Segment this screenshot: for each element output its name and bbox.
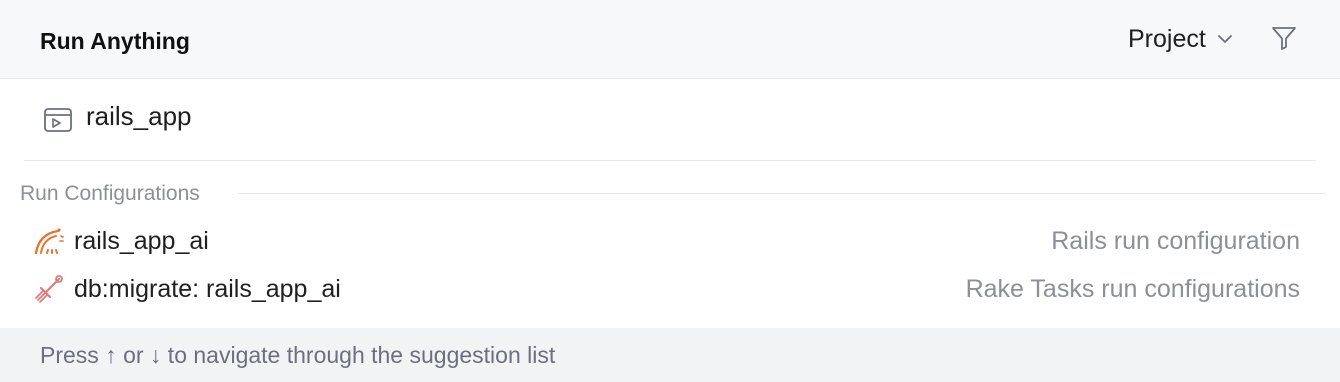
list-item-rails-config[interactable]: rails_app_ai Rails run configuration [0,218,1340,264]
list-item-name: db:migrate: rails_app_ai [74,275,341,303]
popup-header: Run Anything Project [0,0,1340,79]
rake-icon [35,275,63,303]
list-item-rake-config[interactable]: db:migrate: rails_app_ai Rake Tasks run … [0,266,1340,312]
section-divider [238,193,1326,194]
run-console-icon [44,108,72,132]
chevron-down-icon [1217,35,1232,43]
popup-footer: Press ↑ or ↓ to navigate through the sug… [0,328,1340,382]
search-input[interactable]: rails_app [86,101,192,132]
input-divider [24,160,1316,161]
scope-selector[interactable]: Project [1128,24,1234,54]
popup-title: Run Anything [40,28,190,54]
search-row[interactable]: rails_app [0,79,1340,159]
list-item-name: rails_app_ai [74,227,209,255]
list-item-hint: Rake Tasks run configurations [965,275,1300,303]
scope-label: Project [1128,24,1206,53]
section-title-run-configurations: Run Configurations [20,182,200,205]
list-item-hint: Rails run configuration [1051,227,1300,255]
filter-icon[interactable] [1270,24,1298,52]
navigation-hint: Press ↑ or ↓ to navigate through the sug… [40,342,556,368]
rails-icon [34,228,64,255]
run-anything-popup: Run Anything Project rails_app Run Confi… [0,0,1340,382]
